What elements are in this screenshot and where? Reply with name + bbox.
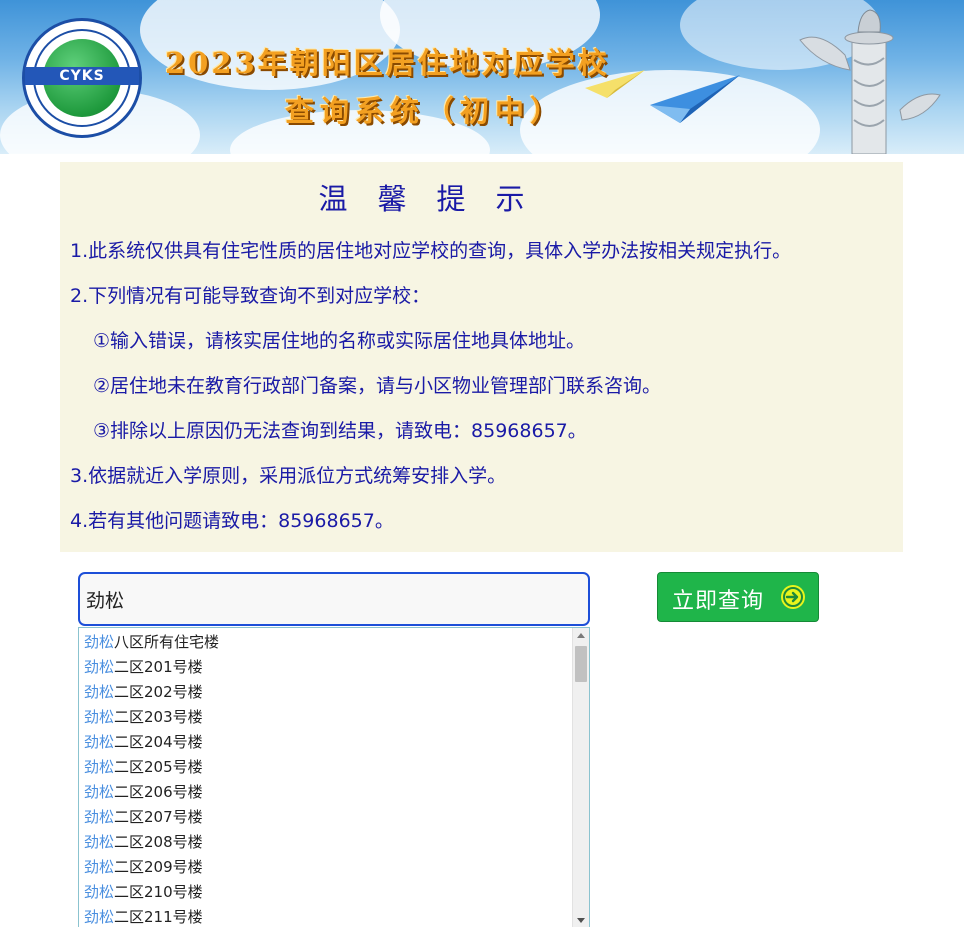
banner-subtitle: 查询系统（初中） [285, 94, 566, 128]
suggestion-item[interactable]: 劲松二区205号楼 [84, 755, 203, 780]
suggestion-item[interactable]: 劲松八区所有住宅楼 [84, 630, 219, 655]
residence-search-input[interactable] [80, 574, 588, 624]
notice-title: 温馨提示 [318, 182, 555, 216]
suggestion-item[interactable]: 劲松二区203号楼 [84, 705, 203, 730]
suggestion-item[interactable]: 劲松二区207号楼 [84, 805, 203, 830]
paper-plane-blue-icon [650, 75, 740, 123]
arrow-right-circle-icon [781, 585, 805, 609]
search-box [78, 572, 590, 626]
dropdown-scrollbar[interactable] [572, 628, 589, 927]
query-button-label: 立即查询 [672, 589, 765, 614]
suggestion-item[interactable]: 劲松二区201号楼 [84, 655, 203, 680]
paper-plane-yellow-icon [585, 70, 645, 98]
scrollbar-thumb[interactable] [575, 646, 587, 682]
huabiao-pillar-icon [799, 9, 941, 154]
notice-line-1: 1.此系统仅供具有住宅性质的居住地对应学校的查询，具体入学办法按相关规定执行。 [70, 240, 792, 262]
suggestion-item[interactable]: 劲松二区209号楼 [84, 855, 203, 880]
notice-line-2a: ①输入错误，请核实居住地的名称或实际居住地具体地址。 [93, 330, 586, 352]
logo-text: CYKS [25, 67, 139, 85]
suggestion-dropdown: 劲松八区所有住宅楼 劲松二区201号楼 劲松二区202号楼 劲松二区203号楼 … [78, 627, 590, 927]
suggestion-item[interactable]: 劲松二区202号楼 [84, 680, 203, 705]
suggestion-item[interactable]: 劲松二区206号楼 [84, 780, 203, 805]
suggestion-item[interactable]: 劲松二区204号楼 [84, 730, 203, 755]
notice-panel [60, 162, 903, 552]
suggestion-item[interactable]: 劲松二区211号楼 [84, 905, 203, 927]
notice-line-3: 3.依据就近入学原则，采用派位方式统筹安排入学。 [70, 465, 507, 487]
cyks-logo: CYKS [22, 18, 142, 138]
header-banner: CYKS 2023年朝阳区居住地对应学校 查询系统（初中） [0, 0, 964, 154]
notice-line-2c: ③排除以上原因仍无法查询到结果，请致电：85968657。 [93, 420, 587, 442]
notice-line-4: 4.若有其他问题请致电：85968657。 [70, 510, 394, 532]
suggestion-item[interactable]: 劲松二区208号楼 [84, 830, 203, 855]
suggestion-item[interactable]: 劲松二区210号楼 [84, 880, 203, 905]
query-now-button[interactable]: 立即查询 [657, 572, 819, 622]
scroll-up-arrow-icon[interactable] [573, 628, 589, 644]
notice-line-2b: ②居住地未在教育行政部门备案，请与小区物业管理部门联系咨询。 [93, 375, 662, 397]
notice-line-2: 2.下列情况有可能导致查询不到对应学校： [70, 285, 431, 307]
scroll-down-arrow-icon[interactable] [573, 912, 589, 927]
